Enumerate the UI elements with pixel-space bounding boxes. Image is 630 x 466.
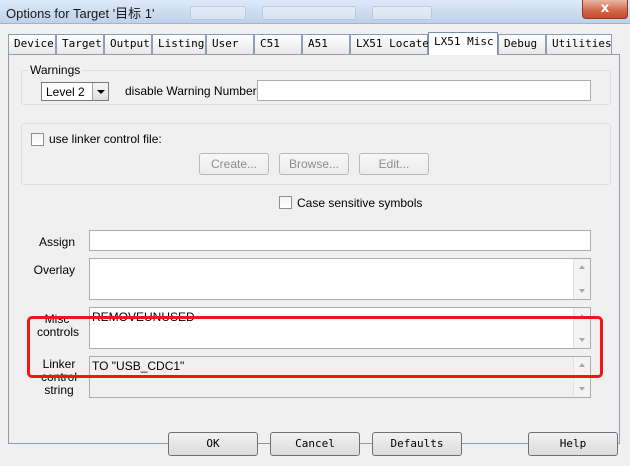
- tab-utilities[interactable]: Utilities: [546, 34, 612, 54]
- warning-level-value: Level 2: [46, 85, 85, 99]
- background-window-tab: [372, 6, 432, 20]
- browse-button[interactable]: Browse...: [279, 153, 349, 175]
- tab-panel-lx51-misc: Warnings Level 2 disable Warning Numbers…: [8, 54, 620, 444]
- dropdown-button[interactable]: [92, 83, 108, 100]
- tab-device[interactable]: Device: [8, 34, 56, 54]
- cancel-button[interactable]: Cancel: [270, 432, 360, 456]
- warning-level-select[interactable]: Level 2: [41, 82, 109, 101]
- assign-label: Assign: [38, 235, 75, 249]
- tab-output[interactable]: Output: [104, 34, 152, 54]
- defaults-button[interactable]: Defaults: [372, 432, 462, 456]
- overlay-label: Overlay: [33, 263, 75, 277]
- case-sensitive-symbols-checkbox[interactable]: [279, 196, 292, 209]
- close-button[interactable]: x: [582, 0, 628, 19]
- background-window-tab: [262, 6, 356, 20]
- scroll-up-icon[interactable]: [579, 265, 585, 269]
- edit-button[interactable]: Edit...: [359, 153, 429, 175]
- disable-warning-numbers-label: disable Warning Numbers:: [125, 84, 266, 98]
- case-sensitive-symbols-label: Case sensitive symbols: [297, 196, 423, 210]
- highlight-annotation: [27, 316, 603, 378]
- tab-user[interactable]: User: [206, 34, 254, 54]
- help-button[interactable]: Help: [528, 432, 618, 456]
- tab-strip: Device Target Output Listing User C51 A5…: [8, 32, 620, 55]
- use-linker-control-file-checkbox[interactable]: [31, 133, 44, 146]
- tab-lx51-locate[interactable]: LX51 Locate: [350, 34, 429, 54]
- scroll-down-icon[interactable]: [579, 289, 585, 293]
- disable-warning-numbers-input[interactable]: [257, 80, 591, 101]
- chevron-down-icon: [97, 90, 105, 94]
- close-icon: x: [600, 1, 610, 16]
- tab-lx51-misc[interactable]: LX51 Misc: [428, 32, 498, 55]
- use-linker-control-file-label: use linker control file:: [49, 132, 162, 146]
- tab-debug[interactable]: Debug: [498, 34, 546, 54]
- tab-c51[interactable]: C51: [254, 34, 302, 54]
- background-window-tab: [190, 6, 246, 20]
- tab-target[interactable]: Target: [56, 34, 104, 54]
- assign-input[interactable]: [89, 230, 591, 251]
- scroll-down-icon[interactable]: [579, 387, 585, 391]
- create-button[interactable]: Create...: [199, 153, 269, 175]
- overlay-textarea[interactable]: [89, 258, 591, 300]
- linker-control-string-label-line3: string: [44, 383, 74, 397]
- tab-a51[interactable]: A51: [302, 34, 350, 54]
- overlay-scrollbar[interactable]: [573, 259, 590, 299]
- window-title: Options for Target '目标 1': [6, 6, 155, 21]
- ok-button[interactable]: OK: [168, 432, 258, 456]
- options-dialog: Device Target Output Listing User C51 A5…: [0, 24, 630, 466]
- title-bar: Options for Target '目标 1' x: [0, 0, 630, 24]
- warnings-legend: Warnings: [30, 63, 81, 77]
- tab-listing[interactable]: Listing: [152, 34, 206, 54]
